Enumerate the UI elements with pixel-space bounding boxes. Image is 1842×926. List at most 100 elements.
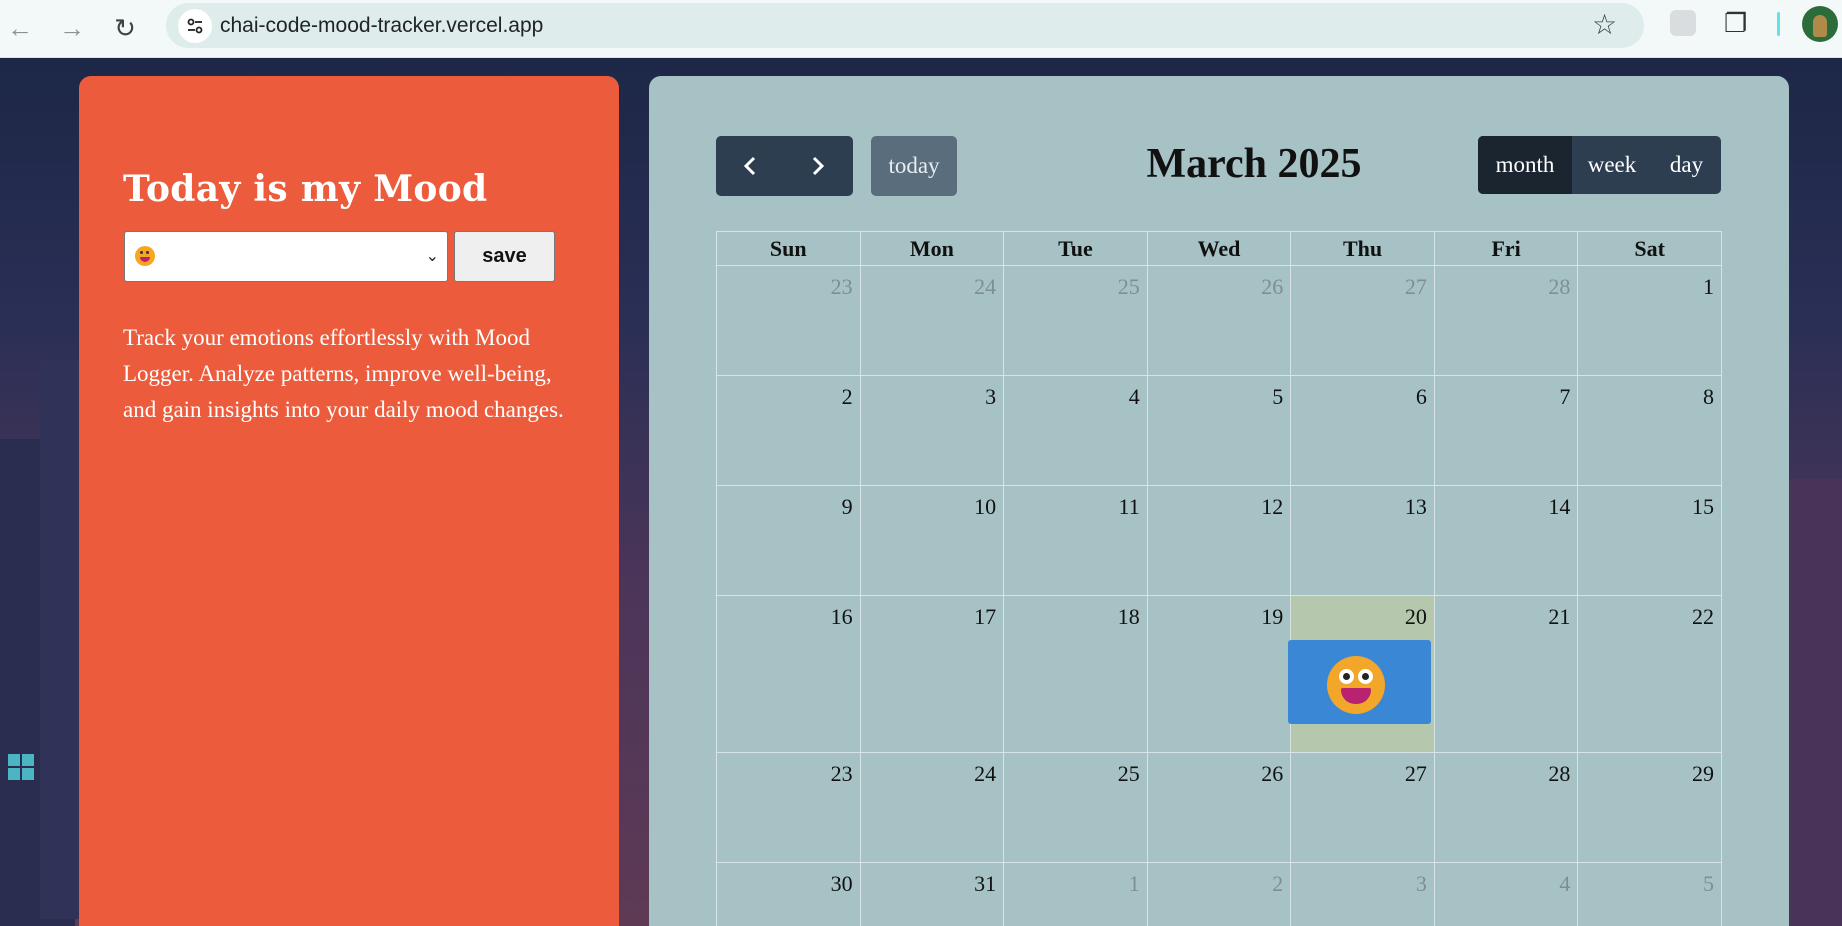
day-cell[interactable]: 1	[1003, 862, 1148, 926]
week-row: 23 24 25 26 27 28 1	[716, 265, 1722, 376]
calendar-title: March 2025	[1146, 141, 1362, 187]
reload-icon[interactable]: ↻	[107, 10, 143, 46]
weekday-header: Sat	[1577, 231, 1722, 266]
calendar-panel: today March 2025 month week day Sun Mon …	[649, 76, 1789, 926]
day-number: 25	[1117, 274, 1140, 299]
day-cell[interactable]: 15	[1577, 485, 1722, 596]
extension-icon[interactable]	[1670, 10, 1696, 36]
day-number: 3	[985, 384, 997, 409]
save-button[interactable]: save	[454, 231, 555, 282]
week-row: 16 17 18 19 20 21 22	[716, 595, 1722, 753]
day-number: 31	[974, 871, 997, 896]
day-cell[interactable]: 27	[1290, 752, 1435, 863]
today-button[interactable]: today	[871, 136, 957, 196]
day-number: 8	[1703, 384, 1714, 409]
calendar-nav-group	[716, 136, 853, 196]
day-number: 19	[1261, 604, 1284, 629]
day-cell[interactable]: 5	[1577, 862, 1722, 926]
day-cell[interactable]: 7	[1433, 375, 1579, 486]
day-number: 4	[1128, 384, 1140, 409]
day-number: 2	[841, 384, 853, 409]
day-number: 25	[1117, 761, 1140, 786]
day-cell[interactable]: 20	[1288, 595, 1435, 753]
address-bar[interactable]: chai-code-mood-tracker.vercel.app	[166, 3, 1644, 48]
day-cell[interactable]: 16	[716, 595, 861, 753]
day-cell[interactable]: 25	[1003, 752, 1148, 863]
day-cell[interactable]: 18	[1003, 595, 1148, 753]
weekday-header: Mon	[859, 231, 1005, 266]
day-cell[interactable]: 23	[716, 752, 861, 863]
day-cell[interactable]: 30	[716, 862, 861, 926]
bookmark-star-icon[interactable]: ☆	[1592, 8, 1617, 41]
back-icon[interactable]: ←	[2, 10, 38, 46]
day-cell[interactable]: 11	[1003, 485, 1148, 596]
day-cell[interactable]: 22	[1577, 595, 1722, 753]
day-number: 23	[830, 274, 853, 299]
weekday-header: Tue	[1003, 231, 1148, 266]
day-number: 15	[1692, 494, 1714, 519]
day-cell[interactable]: 6	[1290, 375, 1435, 486]
grinning-face-emoji-icon	[1327, 656, 1386, 714]
day-number: 18	[1117, 604, 1140, 629]
weekday-header: Thu	[1290, 231, 1435, 266]
day-number: 29	[1692, 761, 1714, 786]
weekday-header: Sun	[716, 231, 861, 266]
day-cell[interactable]: 10	[859, 485, 1005, 596]
day-cell[interactable]: 23	[716, 265, 861, 376]
day-cell[interactable]: 2	[1146, 862, 1292, 926]
day-number: 7	[1559, 384, 1571, 409]
day-number: 30	[830, 871, 853, 896]
mood-event[interactable]	[1288, 640, 1431, 724]
day-cell[interactable]: 5	[1146, 375, 1292, 486]
day-number: 11	[1118, 494, 1140, 519]
day-cell[interactable]: 17	[859, 595, 1005, 753]
day-cell[interactable]: 14	[1433, 485, 1579, 596]
month-view-button[interactable]: month	[1478, 136, 1572, 194]
day-cell[interactable]: 26	[1146, 752, 1292, 863]
day-cell[interactable]: 4	[1003, 375, 1148, 486]
day-number: 28	[1548, 761, 1571, 786]
day-cell[interactable]: 27	[1290, 265, 1435, 376]
view-switcher: month week day	[1478, 136, 1721, 194]
profile-avatar[interactable]	[1802, 6, 1838, 42]
day-cell[interactable]: 25	[1003, 265, 1148, 376]
day-number: 26	[1261, 274, 1284, 299]
url-text[interactable]: chai-code-mood-tracker.vercel.app	[220, 14, 543, 38]
day-view-button[interactable]: day	[1652, 136, 1721, 194]
week-view-button[interactable]: week	[1572, 136, 1652, 194]
week-row: 2 3 4 5 6 7 8	[716, 375, 1722, 486]
day-cell[interactable]: 13	[1290, 485, 1435, 596]
day-cell[interactable]: 12	[1146, 485, 1292, 596]
forward-icon[interactable]: →	[54, 10, 90, 46]
day-cell[interactable]: 19	[1146, 595, 1292, 753]
next-month-button[interactable]	[784, 136, 852, 196]
day-cell[interactable]: 8	[1577, 375, 1722, 486]
day-cell[interactable]: 1	[1577, 265, 1722, 376]
week-row: 23 24 25 26 27 28 29	[716, 752, 1722, 863]
extensions-puzzle-icon[interactable]: ❐	[1724, 8, 1747, 39]
day-cell[interactable]: 4	[1433, 862, 1579, 926]
day-cell[interactable]: 3	[1290, 862, 1435, 926]
chevron-down-icon: ⌄	[425, 248, 439, 265]
day-cell[interactable]: 26	[1146, 265, 1292, 376]
day-cell[interactable]: 29	[1577, 752, 1722, 863]
mood-select[interactable]: ⌄	[124, 231, 448, 282]
day-cell[interactable]: 24	[859, 265, 1005, 376]
site-info-icon[interactable]	[178, 9, 212, 43]
day-cell[interactable]: 3	[859, 375, 1005, 486]
prev-month-button[interactable]	[716, 136, 784, 196]
day-cell[interactable]: 9	[716, 485, 861, 596]
chevron-left-icon	[743, 156, 756, 176]
day-number: 20	[1404, 604, 1427, 629]
day-number: 5	[1703, 871, 1714, 896]
day-cell[interactable]: 31	[859, 862, 1005, 926]
day-number: 13	[1404, 494, 1427, 519]
day-cell[interactable]: 2	[716, 375, 861, 486]
day-cell[interactable]: 21	[1433, 595, 1579, 753]
browser-toolbar: ← → ↻ chai-code-mood-tracker.vercel.app …	[0, 0, 1842, 58]
day-cell[interactable]: 24	[859, 752, 1005, 863]
day-cell[interactable]: 28	[1433, 265, 1579, 376]
day-number: 5	[1272, 384, 1284, 409]
day-cell[interactable]: 28	[1433, 752, 1579, 863]
month-grid: Sun Mon Tue Wed Thu Fri Sat 23 24 25 26 27 28…	[716, 231, 1722, 926]
